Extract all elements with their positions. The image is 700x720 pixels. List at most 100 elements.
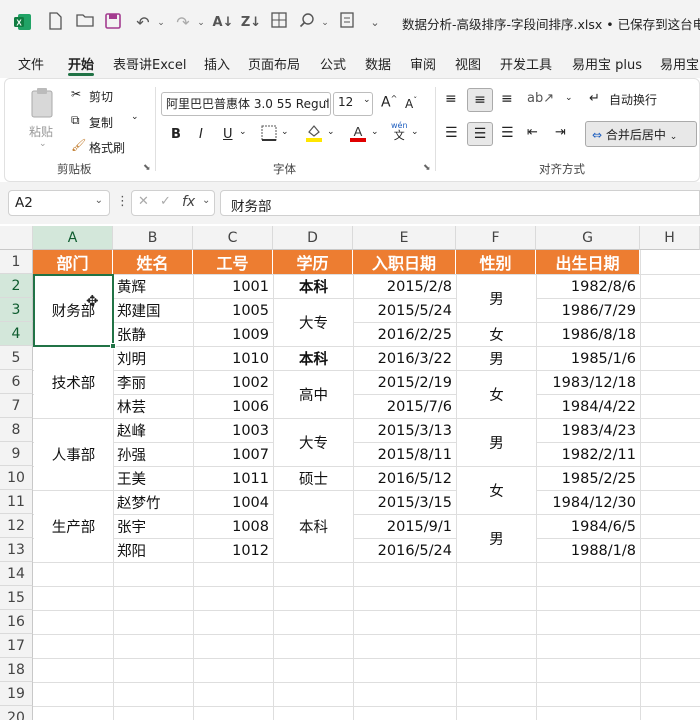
row-header-8[interactable]: 8 xyxy=(0,418,33,442)
row-header-5[interactable]: 5 xyxy=(0,346,33,370)
align-top-icon[interactable]: ≡ xyxy=(445,91,457,107)
id-cell[interactable]: 1007 xyxy=(194,443,273,466)
table-header-cell[interactable]: 部门 xyxy=(33,250,113,274)
format-painter-button[interactable]: 格式刷 xyxy=(89,139,125,156)
chevron-down-icon[interactable]: ⌄ xyxy=(363,95,371,105)
row-header-11[interactable]: 11 xyxy=(0,490,33,514)
dialog-launcher-icon[interactable]: ⬊ xyxy=(423,163,431,173)
hire-date-cell[interactable]: 2015/8/11 xyxy=(354,443,456,466)
name-cell[interactable]: 李丽 xyxy=(114,371,193,394)
birth-date-cell[interactable]: 1982/8/6 xyxy=(537,275,640,298)
tab-view[interactable]: 视图 xyxy=(455,54,481,73)
table-header-cell[interactable]: 工号 xyxy=(193,250,273,274)
sort-descending-icon[interactable]: Z↓ xyxy=(240,12,262,34)
tab-insert[interactable]: 插入 xyxy=(204,54,230,73)
row-header-3[interactable]: 3 xyxy=(0,298,33,322)
name-cell[interactable]: 孙强 xyxy=(114,443,193,466)
id-cell[interactable]: 1008 xyxy=(194,515,273,538)
cut-button[interactable]: 剪切 xyxy=(89,88,113,105)
tab-review[interactable]: 审阅 xyxy=(410,54,436,73)
column-header-f[interactable]: F xyxy=(456,226,536,250)
id-cell[interactable]: 1009 xyxy=(194,323,273,346)
name-box[interactable]: A2 ⌄ xyxy=(8,190,110,216)
chevron-down-icon[interactable]: ⌄ xyxy=(239,127,247,137)
decrease-indent-icon[interactable]: ⇤ xyxy=(527,125,538,140)
row-header-12[interactable]: 12 xyxy=(0,514,33,538)
row-header-17[interactable]: 17 xyxy=(0,634,33,658)
row-header-10[interactable]: 10 xyxy=(0,466,33,490)
column-header-g[interactable]: G xyxy=(536,226,640,250)
borders-icon[interactable] xyxy=(261,125,277,144)
save-icon[interactable] xyxy=(102,12,124,34)
chevron-down-icon[interactable]: ⌄ xyxy=(371,127,379,137)
name-cell[interactable]: 赵梦竹 xyxy=(114,491,193,514)
align-left-icon[interactable]: ☰ xyxy=(445,125,458,141)
hire-date-cell[interactable]: 2016/5/12 xyxy=(354,467,456,490)
formula-input[interactable]: 财务部 xyxy=(220,190,700,216)
chevron-down-icon[interactable]: ⌄ xyxy=(190,12,212,34)
row-header-15[interactable]: 15 xyxy=(0,586,33,610)
table-header-cell[interactable]: 学历 xyxy=(273,250,353,274)
gender-cell[interactable]: 女 xyxy=(457,467,536,514)
align-center-icon[interactable]: ☰ xyxy=(467,122,493,146)
tab-home[interactable]: 开始 xyxy=(68,54,94,73)
row-header-13[interactable]: 13 xyxy=(0,538,33,562)
department-cell[interactable]: 技术部 xyxy=(34,347,113,418)
tab-yiyongbao-plus[interactable]: 易用宝 plus xyxy=(572,54,642,73)
font-name-select[interactable]: 阿里巴巴普惠体 3.0 55 Regular xyxy=(161,92,331,116)
row-header-7[interactable]: 7 xyxy=(0,394,33,418)
orientation-icon[interactable]: ab↗ xyxy=(527,91,554,106)
table-header-cell[interactable]: 出生日期 xyxy=(536,250,640,274)
decrease-font-size-icon[interactable]: Aˇ xyxy=(405,96,417,111)
birth-date-cell[interactable]: 1985/2/25 xyxy=(537,467,640,490)
hire-date-cell[interactable]: 2015/2/8 xyxy=(354,275,456,298)
column-header-c[interactable]: C xyxy=(193,226,273,250)
phonetic-guide-button[interactable]: wén 文 xyxy=(391,121,408,141)
name-cell[interactable]: 王美 xyxy=(114,467,193,490)
align-middle-icon[interactable]: ≡ xyxy=(467,88,493,112)
gender-cell[interactable]: 女 xyxy=(457,371,536,418)
copy-button[interactable]: 复制 xyxy=(89,114,113,131)
tab-page-layout[interactable]: 页面布局 xyxy=(248,54,300,73)
tab-developer[interactable]: 开发工具 xyxy=(500,54,552,73)
birth-date-cell[interactable]: 1984/12/30 xyxy=(537,491,640,514)
education-cell[interactable]: 本科 xyxy=(274,347,353,370)
birth-date-cell[interactable]: 1986/7/29 xyxy=(537,299,640,322)
hire-date-cell[interactable]: 2015/3/15 xyxy=(354,491,456,514)
hire-date-cell[interactable]: 2015/5/24 xyxy=(354,299,456,322)
gender-cell[interactable]: 男 xyxy=(457,347,536,370)
id-cell[interactable]: 1004 xyxy=(194,491,273,514)
id-cell[interactable]: 1005 xyxy=(194,299,273,322)
new-file-icon[interactable] xyxy=(44,12,66,34)
chevron-down-icon[interactable]: ⌄ xyxy=(281,127,289,137)
hire-date-cell[interactable]: 2016/2/25 xyxy=(354,323,456,346)
education-cell[interactable]: 本科 xyxy=(274,491,353,562)
chevron-down-icon[interactable]: ⌄ xyxy=(411,127,419,137)
gender-cell[interactable]: 男 xyxy=(457,515,536,562)
row-header-4[interactable]: 4 xyxy=(0,322,33,346)
education-cell[interactable]: 大专 xyxy=(274,299,353,346)
row-header-9[interactable]: 9 xyxy=(0,442,33,466)
tab-biaoge-excel[interactable]: 表哥讲Excel xyxy=(113,54,186,73)
hire-date-cell[interactable]: 2015/3/13 xyxy=(354,419,456,442)
chevron-down-icon[interactable]: ⌄ xyxy=(150,12,172,34)
chevron-down-icon[interactable]: ⌄ xyxy=(95,195,103,206)
row-header-2[interactable]: 2 xyxy=(0,274,33,298)
birth-date-cell[interactable]: 1983/4/23 xyxy=(537,419,640,442)
align-bottom-icon[interactable]: ≡ xyxy=(501,91,513,107)
department-cell[interactable]: 人事部 xyxy=(34,419,113,490)
name-cell[interactable]: 郑建国 xyxy=(114,299,193,322)
chevron-down-icon[interactable]: ⌄ xyxy=(131,112,139,122)
row-header-6[interactable]: 6 xyxy=(0,370,33,394)
hire-date-cell[interactable]: 2015/9/1 xyxy=(354,515,456,538)
id-cell[interactable]: 1012 xyxy=(194,539,273,562)
table-header-cell[interactable]: 入职日期 xyxy=(353,250,456,274)
fill-color-icon[interactable] xyxy=(305,123,323,146)
insert-function-icon[interactable]: fx xyxy=(182,194,195,210)
birth-date-cell[interactable]: 1984/4/22 xyxy=(537,395,640,418)
merge-center-button[interactable]: ⇔ 合并后居中 ⌄ xyxy=(585,121,697,147)
id-cell[interactable]: 1003 xyxy=(194,419,273,442)
chevron-down-icon[interactable]: ⌄ xyxy=(39,139,47,149)
column-header-h[interactable]: H xyxy=(640,226,700,250)
row-header-16[interactable]: 16 xyxy=(0,610,33,634)
